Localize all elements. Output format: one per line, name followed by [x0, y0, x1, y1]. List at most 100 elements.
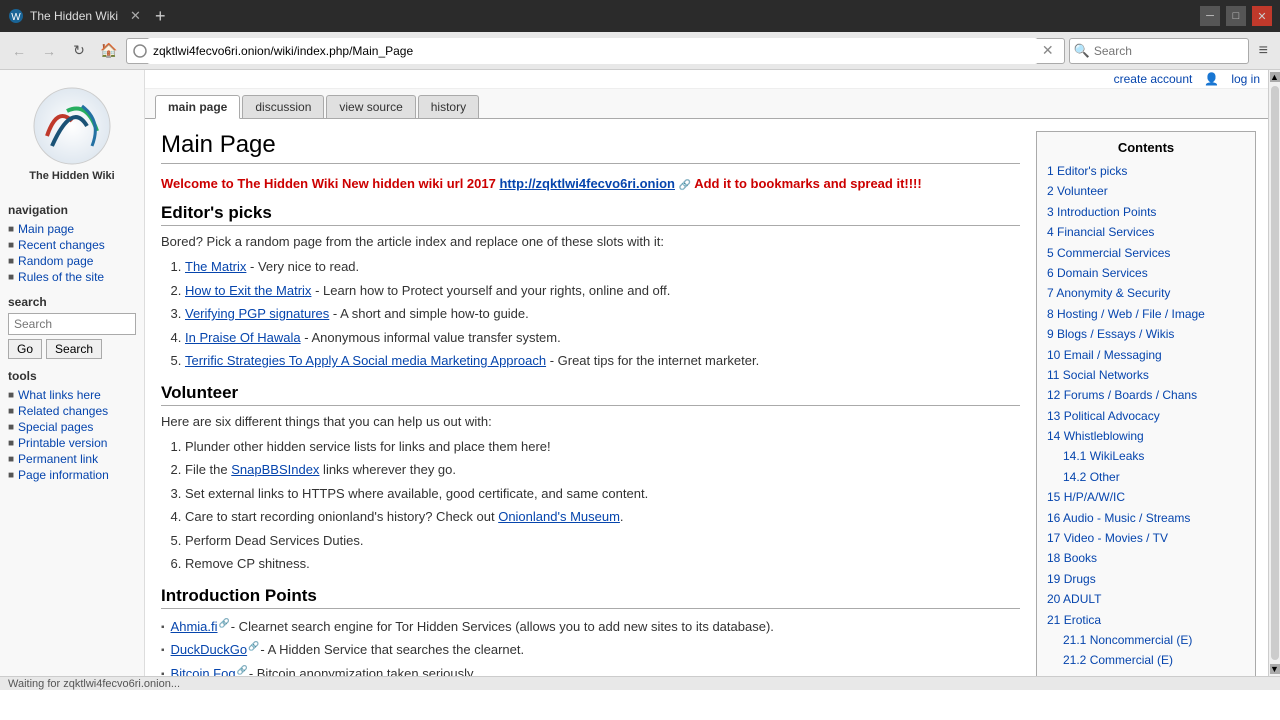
minimize-button[interactable]: ─	[1200, 6, 1220, 26]
bullet-icon: ■	[8, 224, 14, 235]
home-button[interactable]: 🏠	[96, 38, 122, 64]
toc-item-other[interactable]: 14.2 Other	[1047, 467, 1245, 487]
list-item: Remove CP shitness.	[185, 554, 1020, 574]
sidebar-item-random-page[interactable]: ■ Random page	[8, 253, 136, 269]
intro-points-list: Ahmia.fi 🔗 - Clearnet search engine for …	[161, 617, 1020, 677]
ssl-icon	[133, 44, 147, 58]
go-button[interactable]: Go	[8, 339, 42, 359]
sidebar-item-special-pages[interactable]: ■ Special pages	[8, 419, 136, 435]
main-content: Main Page Welcome to The Hidden Wiki New…	[145, 119, 1036, 676]
picks-link-3[interactable]: Verifying PGP signatures	[185, 306, 329, 321]
intro-link-ddg[interactable]: DuckDuckGo	[171, 640, 248, 660]
bullet-icon: ■	[8, 422, 14, 433]
toc-item-forums[interactable]: 12 Forums / Boards / Chans	[1047, 385, 1245, 405]
status-text: Waiting for zqktlwi4fecvo6ri.onion...	[8, 678, 180, 690]
sidebar-item-related-changes[interactable]: ■ Related changes	[8, 403, 136, 419]
toc-item-social[interactable]: 11 Social Networks	[1047, 365, 1245, 385]
list-item: Care to start recording onionland's hist…	[185, 507, 1020, 527]
ext-link-icon: 🔗	[219, 617, 230, 631]
bullet-icon: ■	[8, 390, 14, 401]
reload-button[interactable]: ↻	[66, 38, 92, 64]
close-window-button[interactable]: ✕	[1252, 6, 1272, 26]
favicon: W	[8, 8, 24, 24]
toc-item-whistleblowing[interactable]: 14 Whistleblowing	[1047, 426, 1245, 446]
bullet-icon: ■	[8, 406, 14, 417]
toc-item-email[interactable]: 10 Email / Messaging	[1047, 345, 1245, 365]
editors-picks-title: Editor's picks	[161, 203, 1020, 226]
intro-link-ahmia[interactable]: Ahmia.fi	[171, 617, 218, 637]
tab-view-source[interactable]: view source	[326, 95, 415, 118]
tab-discussion[interactable]: discussion	[242, 95, 324, 118]
toc-item-commercial[interactable]: 5 Commercial Services	[1047, 243, 1245, 263]
search-input[interactable]	[1094, 44, 1244, 58]
new-tab-button[interactable]: +	[147, 3, 174, 29]
toc-item-noncommercial[interactable]: 21.1 Noncommercial (E)	[1047, 630, 1245, 650]
snapbbs-link[interactable]: SnapBBSIndex	[231, 462, 319, 477]
tab-close-button[interactable]: ✕	[130, 8, 141, 24]
bullet-icon: ■	[8, 272, 14, 283]
toc-item-drugs[interactable]: 19 Drugs	[1047, 569, 1245, 589]
picks-link-1[interactable]: The Matrix	[185, 259, 246, 274]
sidebar-item-recent-changes[interactable]: ■ Recent changes	[8, 237, 136, 253]
list-item: The Matrix - Very nice to read.	[185, 257, 1020, 277]
toc-item-intro-points[interactable]: 3 Introduction Points	[1047, 202, 1245, 222]
address-bar[interactable]	[147, 38, 1038, 64]
toc-item-domain[interactable]: 6 Domain Services	[1047, 263, 1245, 283]
wiki-tabs: main page discussion view source history	[145, 89, 1268, 119]
scrollbar[interactable]: ▲ ▼	[1268, 70, 1280, 676]
toc-item-political[interactable]: 13 Political Advocacy	[1047, 406, 1245, 426]
bullet-icon: ■	[8, 438, 14, 449]
logo-text: The Hidden Wiki	[8, 169, 136, 183]
sidebar-item-rules[interactable]: ■ Rules of the site	[8, 269, 136, 285]
sidebar-item-main-page[interactable]: ■ Main page	[8, 221, 136, 237]
list-item: Terrific Strategies To Apply A Social me…	[185, 351, 1020, 371]
picks-link-4[interactable]: In Praise Of Hawala	[185, 330, 301, 345]
toc-item-wikileaks[interactable]: 14.1 WikiLeaks	[1047, 446, 1245, 466]
toc-item-video[interactable]: 17 Video - Movies / TV	[1047, 528, 1245, 548]
toc-item-financial[interactable]: 4 Financial Services	[1047, 222, 1245, 242]
maximize-button[interactable]: □	[1226, 6, 1246, 26]
sidebar-item-printable-version[interactable]: ■ Printable version	[8, 435, 136, 451]
main-and-toc: Main Page Welcome to The Hidden Wiki New…	[145, 119, 1268, 676]
toc-item-erotica[interactable]: 21 Erotica	[1047, 610, 1245, 630]
toc-item-adult[interactable]: 20 ADULT	[1047, 589, 1245, 609]
volunteer-title: Volunteer	[161, 383, 1020, 406]
create-account-link[interactable]: create account	[1114, 72, 1193, 86]
sidebar-item-what-links-here[interactable]: ■ What links here	[8, 387, 136, 403]
sidebar-item-permanent-link[interactable]: ■ Permanent link	[8, 451, 136, 467]
toc-item-hosting[interactable]: 8 Hosting / Web / File / Image	[1047, 304, 1245, 324]
toc-item-hpawic[interactable]: 15 H/P/A/W/IC	[1047, 487, 1245, 507]
toc-item-audio[interactable]: 16 Audio - Music / Streams	[1047, 508, 1245, 528]
list-item: Set external links to HTTPS where availa…	[185, 484, 1020, 504]
museum-link[interactable]: Onionland's Museum	[498, 509, 620, 524]
clear-address-button[interactable]: ✕	[1038, 42, 1058, 59]
toc-item-editors-picks[interactable]: 1 Editor's picks	[1047, 161, 1245, 181]
sidebar-item-page-information[interactable]: ■ Page information	[8, 467, 136, 483]
toc-item-commercial-e[interactable]: 21.2 Commercial (E)	[1047, 650, 1245, 670]
list-item: Ahmia.fi 🔗 - Clearnet search engine for …	[161, 617, 1020, 637]
picks-link-5[interactable]: Terrific Strategies To Apply A Social me…	[185, 353, 546, 368]
toc-item-blogs[interactable]: 9 Blogs / Essays / Wikis	[1047, 324, 1245, 344]
sidebar-search-input[interactable]	[8, 313, 136, 335]
list-item: Verifying PGP signatures - A short and s…	[185, 304, 1020, 324]
svg-text:W: W	[11, 12, 21, 23]
toc-title: Contents	[1047, 140, 1245, 155]
log-in-link[interactable]: log in	[1231, 72, 1260, 86]
tab-history[interactable]: history	[418, 95, 479, 118]
volunteer-list: Plunder other hidden service lists for l…	[185, 437, 1020, 574]
search-box-container: 🔍	[1069, 38, 1249, 64]
welcome-url-link[interactable]: http://zqktlwi4fecvo6ri.onion	[499, 176, 675, 191]
toc-item-volunteer[interactable]: 2 Volunteer	[1047, 181, 1245, 201]
picks-link-2[interactable]: How to Exit the Matrix	[185, 283, 311, 298]
forward-button[interactable]: →	[36, 38, 62, 64]
intro-link-bitcoin-fog[interactable]: Bitcoin Fog	[171, 664, 236, 677]
tab-main-page[interactable]: main page	[155, 95, 240, 119]
toc-item-anonymity[interactable]: 7 Anonymity & Security	[1047, 283, 1245, 303]
toc-item-animal-related[interactable]: 21.3 Animal Related	[1047, 671, 1245, 676]
toc-item-books[interactable]: 18 Books	[1047, 548, 1245, 568]
sidebar: The Hidden Wiki navigation ■ Main page ■…	[0, 70, 145, 676]
back-button[interactable]: ←	[6, 38, 32, 64]
search-button[interactable]: Search	[46, 339, 102, 359]
browser-menu-button[interactable]: ≡	[1253, 42, 1274, 60]
tab-title: The Hidden Wiki	[30, 9, 118, 23]
